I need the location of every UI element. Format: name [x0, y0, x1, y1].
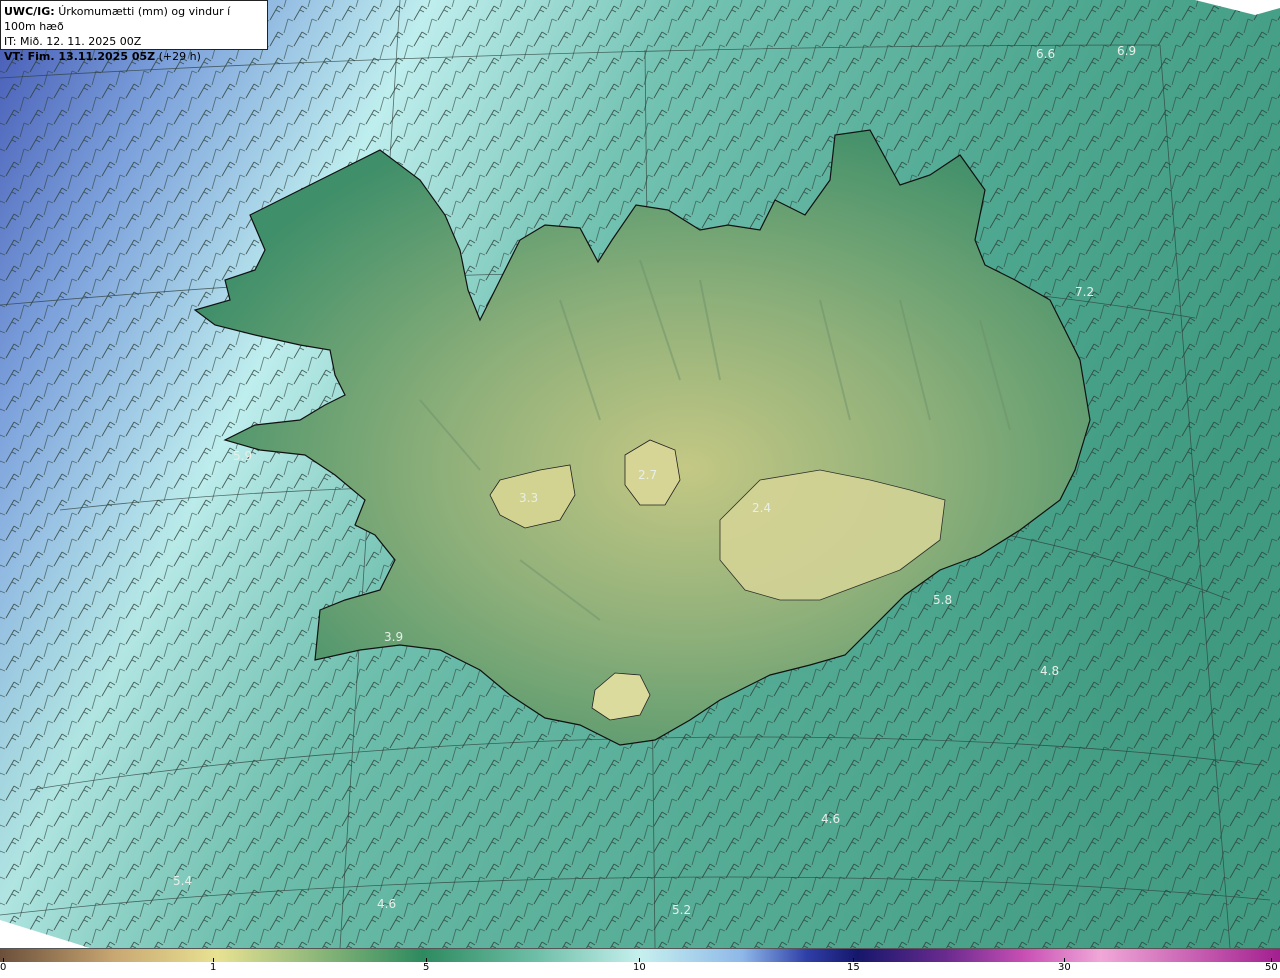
value-label: 2.7 [638, 468, 657, 482]
colorbar-tick: 5 [423, 958, 430, 973]
value-label: 4.6 [821, 812, 840, 826]
value-label: 6.9 [1117, 44, 1136, 58]
init-time: IT: Mið. 12. 11. 2025 00Z [4, 35, 142, 48]
colorbar-tick: 10 [633, 958, 646, 973]
colorbar-tick: 50 [1265, 958, 1278, 973]
value-label: 6.6 [1036, 47, 1055, 61]
colorbar-tick: 15 [847, 958, 860, 973]
value-label: 3.3 [519, 491, 538, 505]
product-code: UWC/IG: [4, 5, 55, 18]
value-label: 2.4 [752, 501, 771, 515]
value-label: 4.6 [377, 897, 396, 911]
colorbar-tick: 30 [1058, 958, 1071, 973]
value-label: 5.2 [672, 903, 691, 917]
colorbar-tick: 0 [0, 958, 7, 973]
valid-time-line: VT: Fim. 13.11.2025 05Z (+29 h) [4, 49, 264, 64]
forecast-map: 6.6 6.9 7.2 5.9 2.7 3.3 2.4 5.8 3.9 4.8 … [0, 0, 1280, 948]
title-line: UWC/IG: Úrkomumætti (mm) og vindur í 100… [4, 4, 264, 34]
value-label: 4.8 [1040, 664, 1059, 678]
info-box: UWC/IG: Úrkomumætti (mm) og vindur í 100… [0, 0, 268, 63]
value-label: 5.8 [933, 593, 952, 607]
value-label: 5.4 [173, 874, 192, 888]
colorbar-tick: 1 [210, 958, 217, 973]
value-label: 3.9 [384, 630, 403, 644]
valid-time: VT: Fim. 13.11.2025 05Z [4, 50, 156, 63]
value-label: 5.9 [233, 449, 252, 463]
value-label: 7.2 [1075, 285, 1094, 299]
colorbar-legend: 0 1 5 10 15 30 50 [0, 948, 1280, 978]
valid-offset: (+29 h) [158, 50, 201, 63]
